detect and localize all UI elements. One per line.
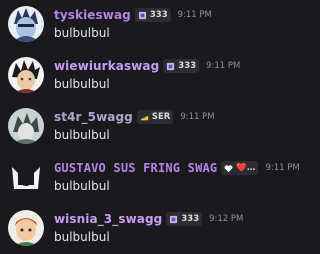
timestamp: 9:12 PM bbox=[209, 214, 244, 224]
guild-tag[interactable]: SER bbox=[136, 110, 174, 124]
guild-tag[interactable]: ❤️… bbox=[221, 161, 259, 175]
avatar[interactable] bbox=[8, 210, 44, 246]
message-text: bulbulbul bbox=[54, 26, 110, 40]
message-header: wiewiurkaswag 333 9:11 PM bbox=[54, 58, 240, 74]
guild-tag-label: 333 bbox=[181, 214, 200, 224]
chat-message: wisnia_3_swagg 333 9:12 PM bulbulbul bbox=[0, 204, 300, 254]
chat-message: tyskieswag 333 9:11 PM bulbulbul bbox=[0, 0, 300, 50]
username[interactable]: GUSTAVO SUS FRING SWAG bbox=[54, 161, 217, 175]
message-header: st4r_5wagg SER 9:11 PM bbox=[54, 109, 215, 125]
tag-icon bbox=[138, 11, 146, 19]
chat-message: GUSTAVO SUS FRING SWAG ❤️… 9:11 PM bulbu… bbox=[0, 153, 300, 203]
guild-tag-label: SER bbox=[151, 112, 171, 122]
guild-tag[interactable]: 333 bbox=[166, 212, 203, 226]
guild-tag[interactable]: 333 bbox=[134, 8, 171, 22]
timestamp: 9:11 PM bbox=[265, 163, 300, 173]
message-text: bulbulbul bbox=[54, 230, 110, 244]
username[interactable]: tyskieswag bbox=[54, 8, 131, 22]
guild-tag-label: ❤️… bbox=[236, 163, 256, 173]
message-header: wisnia_3_swagg 333 9:12 PM bbox=[54, 211, 243, 227]
message-text: bulbulbul bbox=[54, 179, 110, 193]
avatar[interactable] bbox=[8, 6, 44, 42]
cheese-icon bbox=[140, 115, 148, 120]
tag-icon bbox=[170, 215, 178, 223]
tag-icon bbox=[167, 62, 175, 70]
heart-icon bbox=[224, 164, 233, 172]
message-text: bulbulbul bbox=[54, 128, 110, 142]
message-text: bulbulbul bbox=[54, 77, 110, 91]
username[interactable]: wiewiurkaswag bbox=[54, 59, 159, 73]
username[interactable]: st4r_5wagg bbox=[54, 110, 133, 124]
guild-tag[interactable]: 333 bbox=[163, 59, 200, 73]
timestamp: 9:11 PM bbox=[177, 10, 212, 20]
chat-message: st4r_5wagg SER 9:11 PM bulbulbul bbox=[0, 102, 300, 152]
avatar[interactable] bbox=[8, 108, 44, 144]
timestamp: 9:11 PM bbox=[180, 112, 215, 122]
username[interactable]: wisnia_3_swagg bbox=[54, 212, 162, 226]
message-header: GUSTAVO SUS FRING SWAG ❤️… 9:11 PM bbox=[54, 160, 300, 176]
chat-message-list: tyskieswag 333 9:11 PM bulbulbul wiewiur… bbox=[0, 0, 300, 254]
guild-tag-label: 333 bbox=[178, 61, 197, 71]
guild-tag-label: 333 bbox=[149, 10, 168, 20]
avatar[interactable] bbox=[8, 57, 44, 93]
timestamp: 9:11 PM bbox=[206, 61, 241, 71]
chat-message: wiewiurkaswag 333 9:11 PM bulbulbul bbox=[0, 51, 300, 101]
message-header: tyskieswag 333 9:11 PM bbox=[54, 7, 212, 23]
avatar[interactable] bbox=[8, 159, 44, 195]
